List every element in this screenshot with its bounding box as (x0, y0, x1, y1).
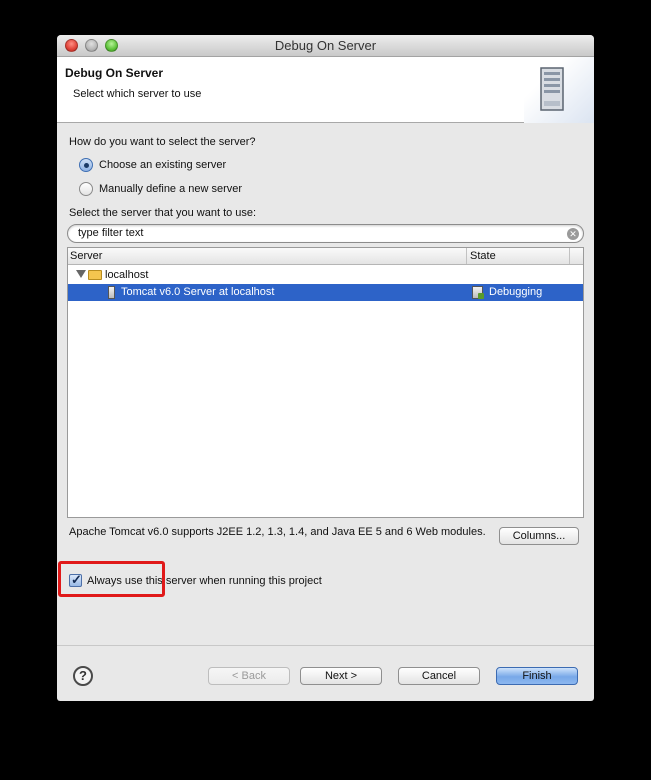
debugging-state-icon (472, 286, 484, 299)
column-divider[interactable] (569, 248, 570, 264)
filter-field[interactable]: ✕ (67, 224, 584, 243)
footer-divider (57, 645, 594, 646)
help-icon[interactable]: ? (73, 666, 93, 686)
wizard-body: How do you want to select the server? Ch… (57, 124, 594, 701)
table-row-tomcat[interactable]: Tomcat v6.0 Server at localhost Debuggin… (68, 284, 583, 301)
server-selection-question: How do you want to select the server? (69, 136, 256, 148)
folder-icon (88, 270, 102, 280)
define-new-server-radio[interactable]: Manually define a new server (79, 182, 242, 196)
next-button[interactable]: Next > (300, 667, 382, 685)
wizard-header: Debug On Server Select which server to u… (57, 57, 594, 123)
radio-unselected-indicator[interactable] (79, 182, 93, 196)
back-button[interactable]: < Back (208, 667, 290, 685)
column-header-server[interactable]: Server (70, 250, 102, 262)
server-icon (108, 286, 115, 299)
table-row-localhost[interactable]: localhost (68, 267, 583, 284)
finish-button[interactable]: Finish (496, 667, 578, 685)
radio-selected-indicator[interactable] (79, 158, 93, 172)
row-label-tomcat: Tomcat v6.0 Server at localhost (121, 286, 275, 298)
row-state-tomcat: Debugging (489, 286, 543, 298)
table-header: Server State (68, 248, 583, 265)
wizard-title: Debug On Server (65, 66, 164, 80)
wizard-subtitle: Select which server to use (73, 88, 202, 100)
server-description: Apache Tomcat v6.0 supports J2EE 1.2, 1.… (69, 526, 486, 538)
cancel-button[interactable]: Cancel (398, 667, 480, 685)
choose-existing-server-radio[interactable]: Choose an existing server (79, 158, 226, 172)
server-list-label: Select the server that you want to use: (69, 207, 257, 219)
annotation-highlight-box (58, 561, 165, 597)
filter-input[interactable] (78, 227, 548, 239)
clear-filter-icon[interactable]: ✕ (567, 228, 579, 240)
column-header-state[interactable]: State (470, 250, 496, 262)
title-bar[interactable]: Debug On Server (57, 35, 594, 57)
debug-on-server-dialog: Debug On Server Debug On Server Select w… (57, 35, 594, 701)
columns-button[interactable]: Columns... (499, 527, 579, 545)
define-new-server-label: Manually define a new server (99, 183, 243, 195)
column-divider[interactable] (466, 248, 467, 264)
expand-triangle-icon[interactable] (76, 270, 86, 278)
choose-existing-server-label: Choose an existing server (99, 159, 227, 171)
window-title: Debug On Server (274, 38, 377, 53)
header-banner (524, 57, 594, 123)
server-icon (540, 67, 564, 111)
server-table: Server State localhost Tomcat v6.0 Serve… (67, 247, 584, 518)
row-label-localhost: localhost (105, 269, 149, 281)
